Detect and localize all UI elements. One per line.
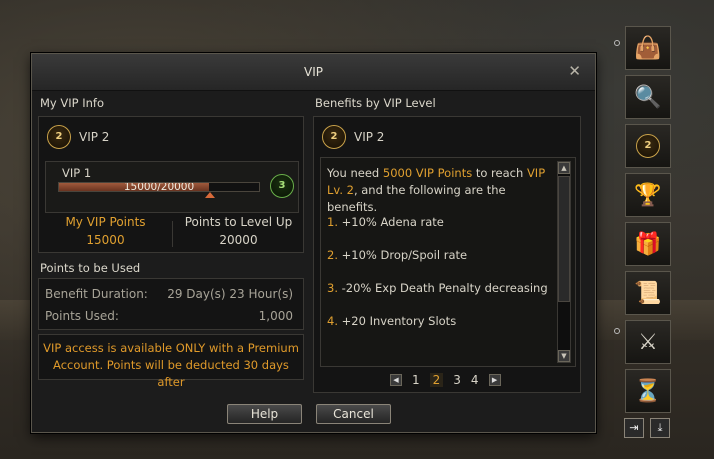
benefit-duration-value: 29 Day(s) 23 Hour(s) [167, 287, 293, 301]
my-vip-points-value: 15000 [86, 233, 125, 247]
collapse-down-icon[interactable]: ⤓ [650, 418, 670, 438]
prev-page-icon[interactable]: ◀ [390, 374, 402, 386]
current-vip-label: VIP 1 [62, 166, 92, 180]
page-4[interactable]: 4 [471, 373, 479, 387]
vip-progress-text: 15000/20000 [123, 182, 195, 192]
benefit-item: 1. +10% Adena rate [327, 214, 444, 231]
benefit-vip-badge-icon: 2 [322, 125, 346, 149]
page-navigator: ◀ 1 2 3 4 ▶ [390, 373, 501, 387]
benefit-item-num: 1. [327, 215, 338, 229]
intro-b: to reach [472, 166, 527, 180]
page-1[interactable]: 1 [412, 373, 420, 387]
vip-window: VIP ✕ My VIP Info 2 VIP 2 VIP 1 15000/20… [31, 53, 596, 433]
benefit-item-num: 4. [327, 314, 338, 328]
window-title: VIP [304, 65, 323, 79]
benefit-intro: You need 5000 VIP Points to reach VIP Lv.… [327, 165, 553, 216]
next-page-icon[interactable]: ▶ [488, 374, 501, 386]
points-used-panel: Benefit Duration: 29 Day(s) 23 Hour(s) P… [38, 278, 304, 330]
vip-level-badge-icon: 2 [47, 125, 71, 149]
benefit-item: 4. +20 Inventory Slots [327, 313, 456, 330]
my-vip-panel: 2 VIP 2 VIP 1 15000/20000 3 My VIP Point… [38, 116, 304, 253]
benefit-item-text: +10% Adena rate [341, 215, 444, 229]
intro-level-1: VIP [526, 166, 546, 180]
shopping-bag-icon[interactable]: 👜 [625, 26, 671, 70]
premium-notice-line-1: VIP access is available ONLY with a Prem… [43, 341, 299, 355]
points-to-be-used-label: Points to be Used [40, 261, 141, 275]
benefit-item-text: -20% Exp Death Penalty decreasing [341, 281, 548, 295]
intro-a: You need [327, 166, 383, 180]
titlebar[interactable]: VIP ✕ [32, 54, 595, 91]
vip-badge-icon[interactable]: 2 [625, 124, 671, 168]
cancel-button[interactable]: Cancel [316, 404, 391, 424]
close-icon[interactable]: ✕ [568, 62, 581, 80]
page-2[interactable]: 2 [429, 373, 444, 387]
intro-c: , and the following are the benefits. [327, 183, 506, 214]
benefits-panel: 2 VIP 2 You need 5000 VIP Points to reac… [313, 116, 581, 393]
points-to-level-up-value: 20000 [219, 233, 258, 247]
scroll-up-icon[interactable]: ▲ [558, 162, 570, 174]
scroll-down-icon[interactable]: ▼ [558, 350, 570, 362]
sidebar-dot [614, 328, 620, 334]
benefits-label: Benefits by VIP Level [315, 96, 436, 110]
premium-notice: VIP access is available ONLY with a Prem… [39, 340, 303, 391]
benefits-scrollbar[interactable]: ▲ ▼ [557, 161, 571, 363]
crossed-swords-icon[interactable]: ⚔ [625, 320, 671, 364]
intro-points: 5000 VIP Points [382, 166, 473, 180]
scroll-icon[interactable]: 📜 [625, 271, 671, 315]
my-vip-info-label: My VIP Info [40, 96, 104, 110]
notice-panel: VIP access is available ONLY with a Prem… [38, 334, 304, 389]
benefit-item-num: 2. [327, 248, 338, 262]
sidebar-dot [614, 40, 620, 46]
trophy-icon[interactable]: 🏆 [625, 173, 671, 217]
points-used-label: Points Used: [45, 309, 119, 323]
benefit-item: 3. -20% Exp Death Penalty decreasing [327, 280, 548, 297]
benefit-item: 2. +10% Drop/Spoil rate [327, 247, 467, 264]
points-to-level-up-label: Points to Level Up [184, 215, 293, 229]
benefit-item-text: +20 Inventory Slots [341, 314, 457, 328]
benefit-item-text: +10% Drop/Spoil rate [341, 248, 468, 262]
hourglass-icon[interactable]: ⏳ [625, 369, 671, 413]
page-3[interactable]: 3 [453, 373, 461, 387]
benefit-duration-label: Benefit Duration: [45, 287, 148, 301]
next-vip-badge-icon: 3 [270, 174, 294, 198]
my-vip-points-label: My VIP Points [65, 215, 146, 229]
intro-level-2: Lv. 2 [327, 183, 354, 197]
progress-marker-icon [204, 192, 215, 198]
benefit-vip-level-label: VIP 2 [354, 130, 385, 144]
magnifier-icon[interactable]: 🔍 [625, 75, 671, 119]
premium-notice-line-2: Account. Points will be deducted 30 days… [53, 358, 289, 389]
collapse-right-icon[interactable]: ⇥ [624, 418, 644, 438]
help-button[interactable]: Help [227, 404, 302, 424]
gift-box-icon[interactable]: 🎁 [625, 222, 671, 266]
vip-progress-bar: 15000/20000 [58, 182, 260, 192]
scroll-thumb[interactable] [558, 176, 570, 302]
benefit-item-num: 3. [327, 281, 338, 295]
points-used-value: 1,000 [258, 309, 293, 323]
progress-box: VIP 1 15000/20000 3 [45, 161, 299, 213]
vip-level-label: VIP 2 [79, 130, 110, 144]
sidebar-vip-badge: 2 [636, 134, 660, 158]
benefits-list-box: You need 5000 VIP Points to reach VIP Lv.… [320, 157, 576, 367]
